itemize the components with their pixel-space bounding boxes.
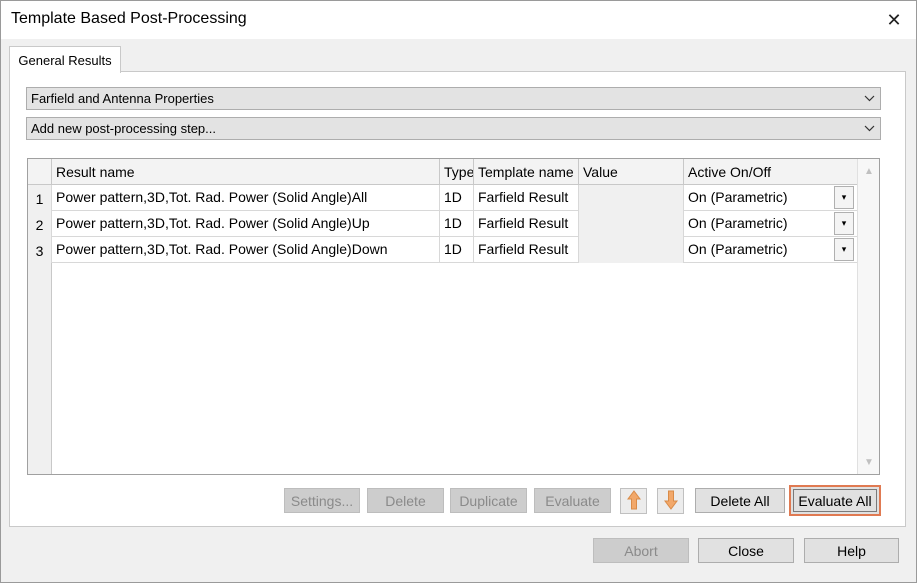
move-up-button[interactable]	[620, 488, 647, 514]
settings-button[interactable]: Settings...	[284, 488, 360, 513]
scroll-down-icon[interactable]: ▼	[858, 454, 879, 470]
evaluate-button[interactable]: Evaluate	[534, 488, 611, 513]
help-button[interactable]: Help	[804, 538, 899, 563]
row-number: 2	[28, 211, 52, 237]
results-table: Result name Type Template name Value Act…	[27, 158, 880, 475]
type-cell[interactable]: 1D	[440, 211, 474, 237]
table-vertical-scrollbar[interactable]: ▲ ▼	[857, 159, 879, 474]
category-combo-value: Farfield and Antenna Properties	[31, 91, 214, 106]
header-result-name[interactable]: Result name	[52, 159, 440, 185]
template-name-cell[interactable]: Farfield Result	[474, 237, 579, 263]
template-name-cell[interactable]: Farfield Result	[474, 211, 579, 237]
active-dropdown-value: On (Parametric)	[688, 241, 788, 257]
active-dropdown-value: On (Parametric)	[688, 189, 788, 205]
chevron-down-icon[interactable]: ▾	[834, 238, 854, 261]
add-step-combo-value: Add new post-processing step...	[31, 121, 216, 136]
header-type[interactable]: Type	[440, 159, 474, 185]
table-row[interactable]: 3 Power pattern,3D,Tot. Rad. Power (Soli…	[28, 237, 858, 263]
type-cell[interactable]: 1D	[440, 237, 474, 263]
table-row[interactable]: 2 Power pattern,3D,Tot. Rad. Power (Soli…	[28, 211, 858, 237]
evaluate-all-label: Evaluate All	[793, 489, 877, 512]
header-template-name[interactable]: Template name	[474, 159, 579, 185]
delete-button[interactable]: Delete	[367, 488, 444, 513]
table-header: Result name Type Template name Value Act…	[28, 159, 858, 185]
value-cell	[579, 185, 684, 211]
chevron-down-icon[interactable]: ▾	[834, 186, 854, 209]
header-value[interactable]: Value	[579, 159, 684, 185]
header-corner	[28, 159, 52, 185]
chevron-down-icon[interactable]: ▾	[834, 212, 854, 235]
result-name-cell[interactable]: Power pattern,3D,Tot. Rad. Power (Solid …	[52, 237, 440, 263]
move-down-arrow-icon	[663, 490, 678, 513]
active-dropdown-value: On (Parametric)	[688, 215, 788, 231]
value-cell	[579, 211, 684, 237]
move-up-arrow-icon	[626, 489, 641, 513]
template-name-cell[interactable]: Farfield Result	[474, 185, 579, 211]
title-bar: Template Based Post-Processing ✕	[1, 1, 916, 39]
add-step-combo[interactable]: Add new post-processing step...	[26, 117, 881, 140]
dialog-window: Template Based Post-Processing ✕ General…	[0, 0, 917, 583]
scroll-up-icon[interactable]: ▲	[858, 163, 879, 179]
header-active[interactable]: Active On/Off	[684, 159, 858, 185]
tab-general-results[interactable]: General Results	[9, 46, 121, 73]
chevron-down-icon	[861, 120, 877, 137]
window-title: Template Based Post-Processing	[11, 10, 247, 27]
active-dropdown[interactable]: On (Parametric)	[684, 211, 858, 237]
abort-button[interactable]: Abort	[593, 538, 689, 563]
chevron-down-icon	[861, 90, 877, 107]
close-window-icon[interactable]: ✕	[882, 8, 906, 32]
tab-label: General Results	[18, 52, 112, 68]
duplicate-button[interactable]: Duplicate	[450, 488, 527, 513]
move-down-button[interactable]	[657, 488, 684, 514]
row-number: 1	[28, 185, 52, 211]
evaluate-all-button[interactable]: Evaluate All	[789, 485, 881, 516]
category-combo[interactable]: Farfield and Antenna Properties	[26, 87, 881, 110]
type-cell[interactable]: 1D	[440, 185, 474, 211]
close-button[interactable]: Close	[698, 538, 794, 563]
result-name-cell[interactable]: Power pattern,3D,Tot. Rad. Power (Solid …	[52, 211, 440, 237]
active-dropdown[interactable]: On (Parametric)	[684, 237, 858, 263]
row-number: 3	[28, 237, 52, 263]
result-name-cell[interactable]: Power pattern,3D,Tot. Rad. Power (Solid …	[52, 185, 440, 211]
value-cell	[579, 237, 684, 263]
delete-all-button[interactable]: Delete All	[695, 488, 785, 513]
active-dropdown[interactable]: On (Parametric)	[684, 185, 858, 211]
table-row[interactable]: 1 Power pattern,3D,Tot. Rad. Power (Soli…	[28, 185, 858, 211]
